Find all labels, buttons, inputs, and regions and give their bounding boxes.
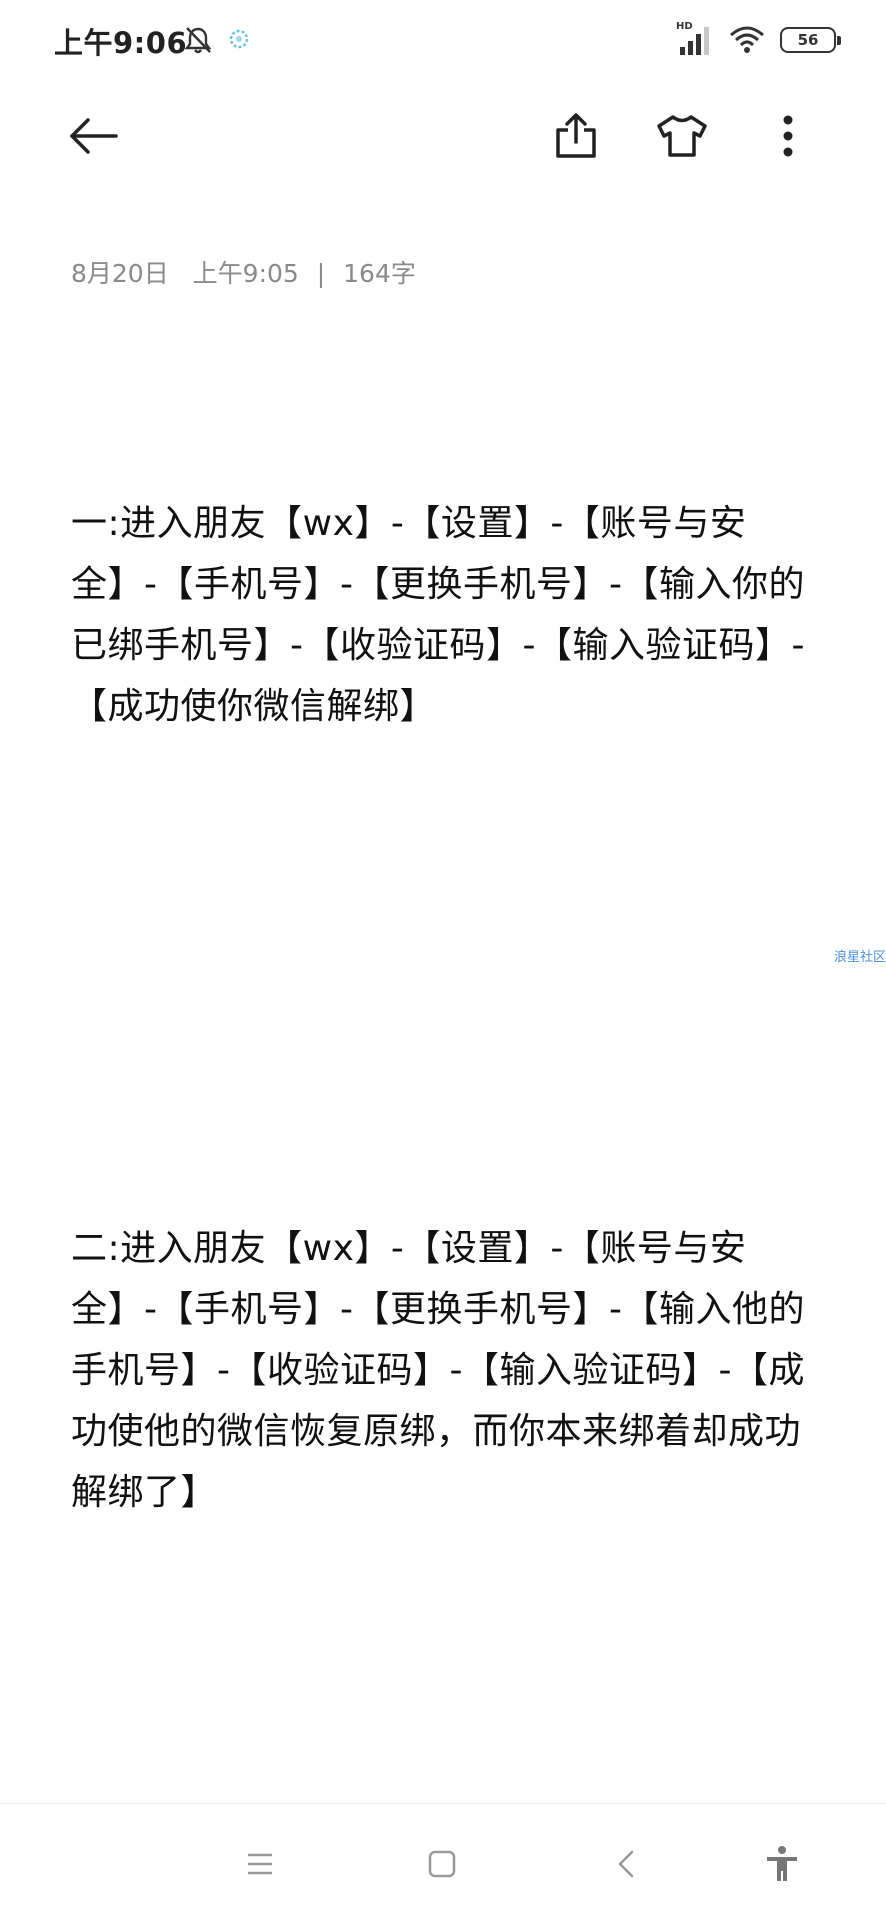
more-vertical-icon bbox=[783, 115, 793, 157]
app-notification-icon bbox=[229, 29, 249, 49]
share-icon bbox=[556, 113, 596, 158]
back-button[interactable] bbox=[54, 96, 134, 176]
home-square-icon bbox=[428, 1850, 456, 1878]
tshirt-icon bbox=[657, 115, 707, 157]
menu-icon bbox=[248, 1853, 272, 1875]
status-bar: 上午9:06 HD 56 bbox=[0, 0, 886, 80]
note-date: 8月20日 bbox=[71, 259, 169, 288]
home-button[interactable] bbox=[412, 1834, 472, 1894]
watermark-text: 浪星社区 bbox=[833, 950, 886, 965]
more-options-button[interactable] bbox=[748, 96, 828, 176]
recent-apps-button[interactable] bbox=[230, 1834, 290, 1894]
share-button[interactable] bbox=[536, 96, 616, 176]
chevron-left-icon bbox=[618, 1850, 634, 1878]
accessibility-button[interactable] bbox=[752, 1834, 812, 1894]
note-time: 上午9:05 bbox=[192, 259, 299, 288]
system-navigation-bar bbox=[0, 1803, 886, 1920]
note-paragraph[interactable]: 二:进入朋友【wx】-【设置】-【账号与安全】-【手机号】-【更换手机号】-【输… bbox=[71, 1218, 811, 1523]
cellular-signal-icon: HD bbox=[676, 21, 714, 57]
theme-button[interactable] bbox=[642, 96, 722, 176]
note-meta: 8月20日 上午9:05 | 164字 bbox=[71, 254, 416, 290]
status-time: 上午9:06 bbox=[54, 26, 188, 60]
note-toolbar bbox=[0, 96, 886, 176]
system-back-button[interactable] bbox=[596, 1834, 656, 1894]
wifi-icon bbox=[730, 26, 764, 53]
battery-indicator: 56 bbox=[780, 27, 841, 53]
accessibility-icon bbox=[767, 1846, 797, 1881]
note-word-count: 164字 bbox=[343, 259, 416, 288]
notifications-muted-icon bbox=[184, 27, 212, 54]
network-type-label: HD bbox=[676, 21, 693, 32]
battery-level: 56 bbox=[797, 31, 819, 49]
note-paragraph[interactable]: 一:进入朋友【wx】-【设置】-【账号与安全】-【手机号】-【更换手机号】-【输… bbox=[71, 493, 811, 737]
meta-separator: | bbox=[316, 259, 326, 288]
arrow-left-icon bbox=[70, 118, 118, 154]
